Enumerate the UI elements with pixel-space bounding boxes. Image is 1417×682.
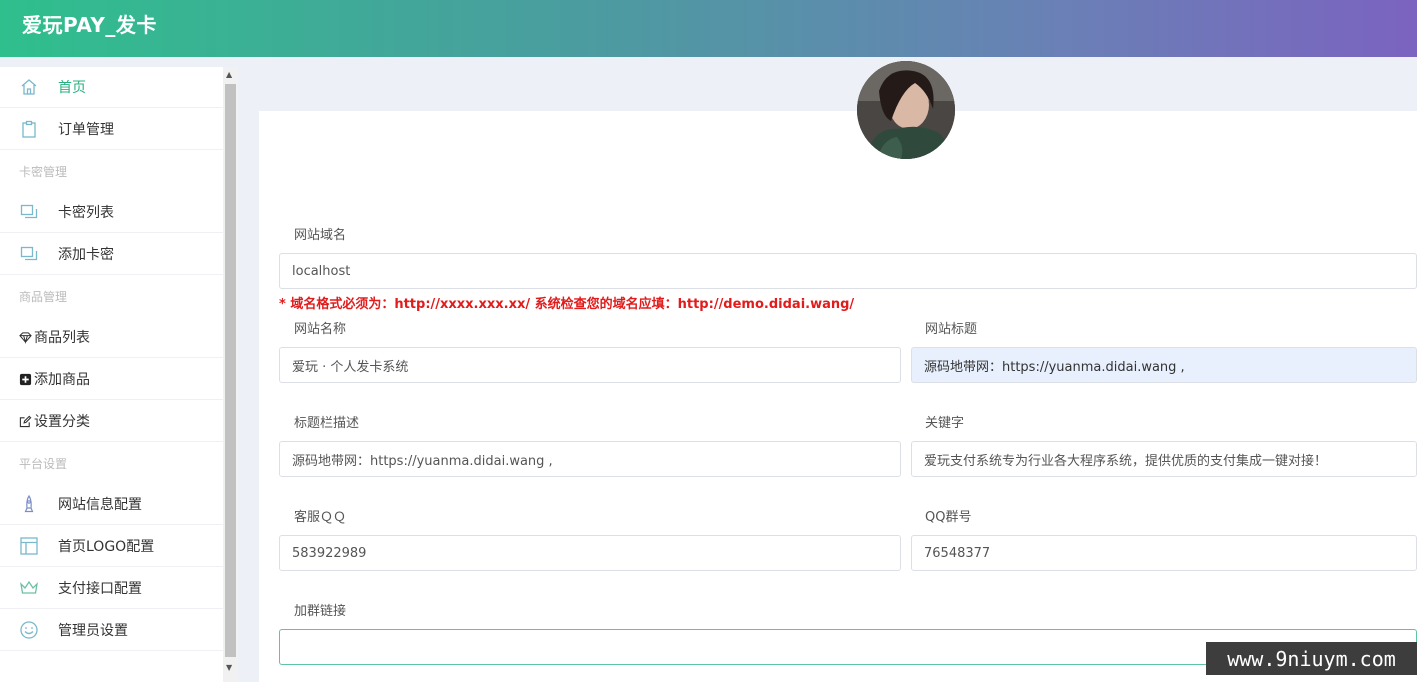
- avatar: [857, 61, 955, 159]
- service-qq-input[interactable]: [279, 535, 901, 571]
- qq-group-label: QQ群号: [925, 510, 972, 525]
- sidebar-item-set-category[interactable]: 设置分类: [0, 401, 223, 442]
- sidebar-item-label: 添加商品: [34, 372, 90, 388]
- title-desc-label: 标题栏描述: [294, 416, 360, 431]
- keywords-input[interactable]: [911, 441, 1417, 477]
- service-qq-label: 客服ＱＱ: [294, 510, 347, 525]
- site-name-input[interactable]: [279, 347, 901, 383]
- site-title-input[interactable]: [911, 347, 1417, 383]
- section-title-products: 商品管理: [19, 290, 68, 304]
- sidebar-item-label: 管理员设置: [58, 623, 128, 639]
- sidebar-item-label: 商品列表: [34, 330, 90, 346]
- section-title-platform: 平台设置: [19, 457, 68, 471]
- app-title: 爱玩PAY_发卡: [22, 13, 157, 37]
- diamond-icon: [19, 331, 32, 344]
- sidebar-item-label: 首页: [58, 80, 86, 96]
- domain-input[interactable]: [279, 253, 1417, 289]
- cards-icon: [19, 202, 39, 222]
- site-name-label: 网站名称: [294, 322, 347, 337]
- sidebar-item-admin-settings[interactable]: 管理员设置: [0, 610, 223, 651]
- sidebar-item-label: 网站信息配置: [58, 497, 142, 513]
- sidebar-item-site-config[interactable]: 网站信息配置: [0, 484, 223, 525]
- sidebar-item-card-list[interactable]: 卡密列表: [0, 192, 223, 233]
- section-title-cards: 卡密管理: [19, 165, 68, 179]
- scrollbar-thumb[interactable]: [225, 84, 236, 657]
- sidebar-item-add-card[interactable]: 添加卡密: [0, 234, 223, 275]
- sidebar-item-label: 支付接口配置: [58, 581, 142, 597]
- domain-label: 网站域名: [294, 228, 347, 243]
- sidebar-item-add-product[interactable]: 添加商品: [0, 359, 223, 400]
- edit-icon: [19, 415, 32, 428]
- sidebar-item-label: 卡密列表: [58, 205, 114, 221]
- sidebar-item-label: 首页LOGO配置: [58, 539, 155, 555]
- sidebar-item-home[interactable]: 首页: [0, 67, 223, 108]
- scroll-up-arrow-icon[interactable]: ▲: [226, 70, 232, 79]
- sidebar-item-label: 设置分类: [34, 414, 90, 430]
- top-header: 爱玩PAY_发卡: [0, 0, 1417, 57]
- smile-icon: [19, 620, 39, 640]
- sidebar-item-orders[interactable]: 订单管理: [0, 109, 223, 150]
- sidebar-item-label: 订单管理: [58, 122, 114, 138]
- layout-icon: [19, 536, 39, 556]
- sidebar: 首页 订单管理 卡密管理 卡密列表 添加卡密 商品管理 商品列表 添加商品 设置…: [0, 67, 223, 682]
- avatar-image: [857, 61, 955, 159]
- clipboard-icon: [19, 119, 39, 139]
- sidebar-item-product-list[interactable]: 商品列表: [0, 317, 223, 358]
- domain-hint: * 域名格式必须为：http://xxxx.xxx.xx/ 系统检查您的域名应填…: [279, 297, 855, 312]
- keywords-label: 关键字: [925, 416, 965, 431]
- crown-icon: [19, 578, 39, 598]
- sidebar-item-logo-config[interactable]: 首页LOGO配置: [0, 526, 223, 567]
- scroll-down-arrow-icon[interactable]: ▼: [226, 663, 232, 672]
- cards-icon: [19, 244, 39, 264]
- sidebar-item-payment-config[interactable]: 支付接口配置: [0, 568, 223, 609]
- title-desc-input[interactable]: [279, 441, 901, 477]
- sidebar-item-label: 添加卡密: [58, 247, 114, 263]
- watermark: www.9niuym.com: [1206, 642, 1417, 675]
- home-icon: [19, 77, 39, 97]
- qq-group-input[interactable]: [911, 535, 1417, 571]
- group-link-label: 加群链接: [294, 604, 347, 619]
- plus-square-icon: [19, 373, 32, 386]
- site-title-label: 网站标题: [925, 322, 978, 337]
- main-panel: [259, 111, 1417, 682]
- rocket-icon: [19, 494, 39, 514]
